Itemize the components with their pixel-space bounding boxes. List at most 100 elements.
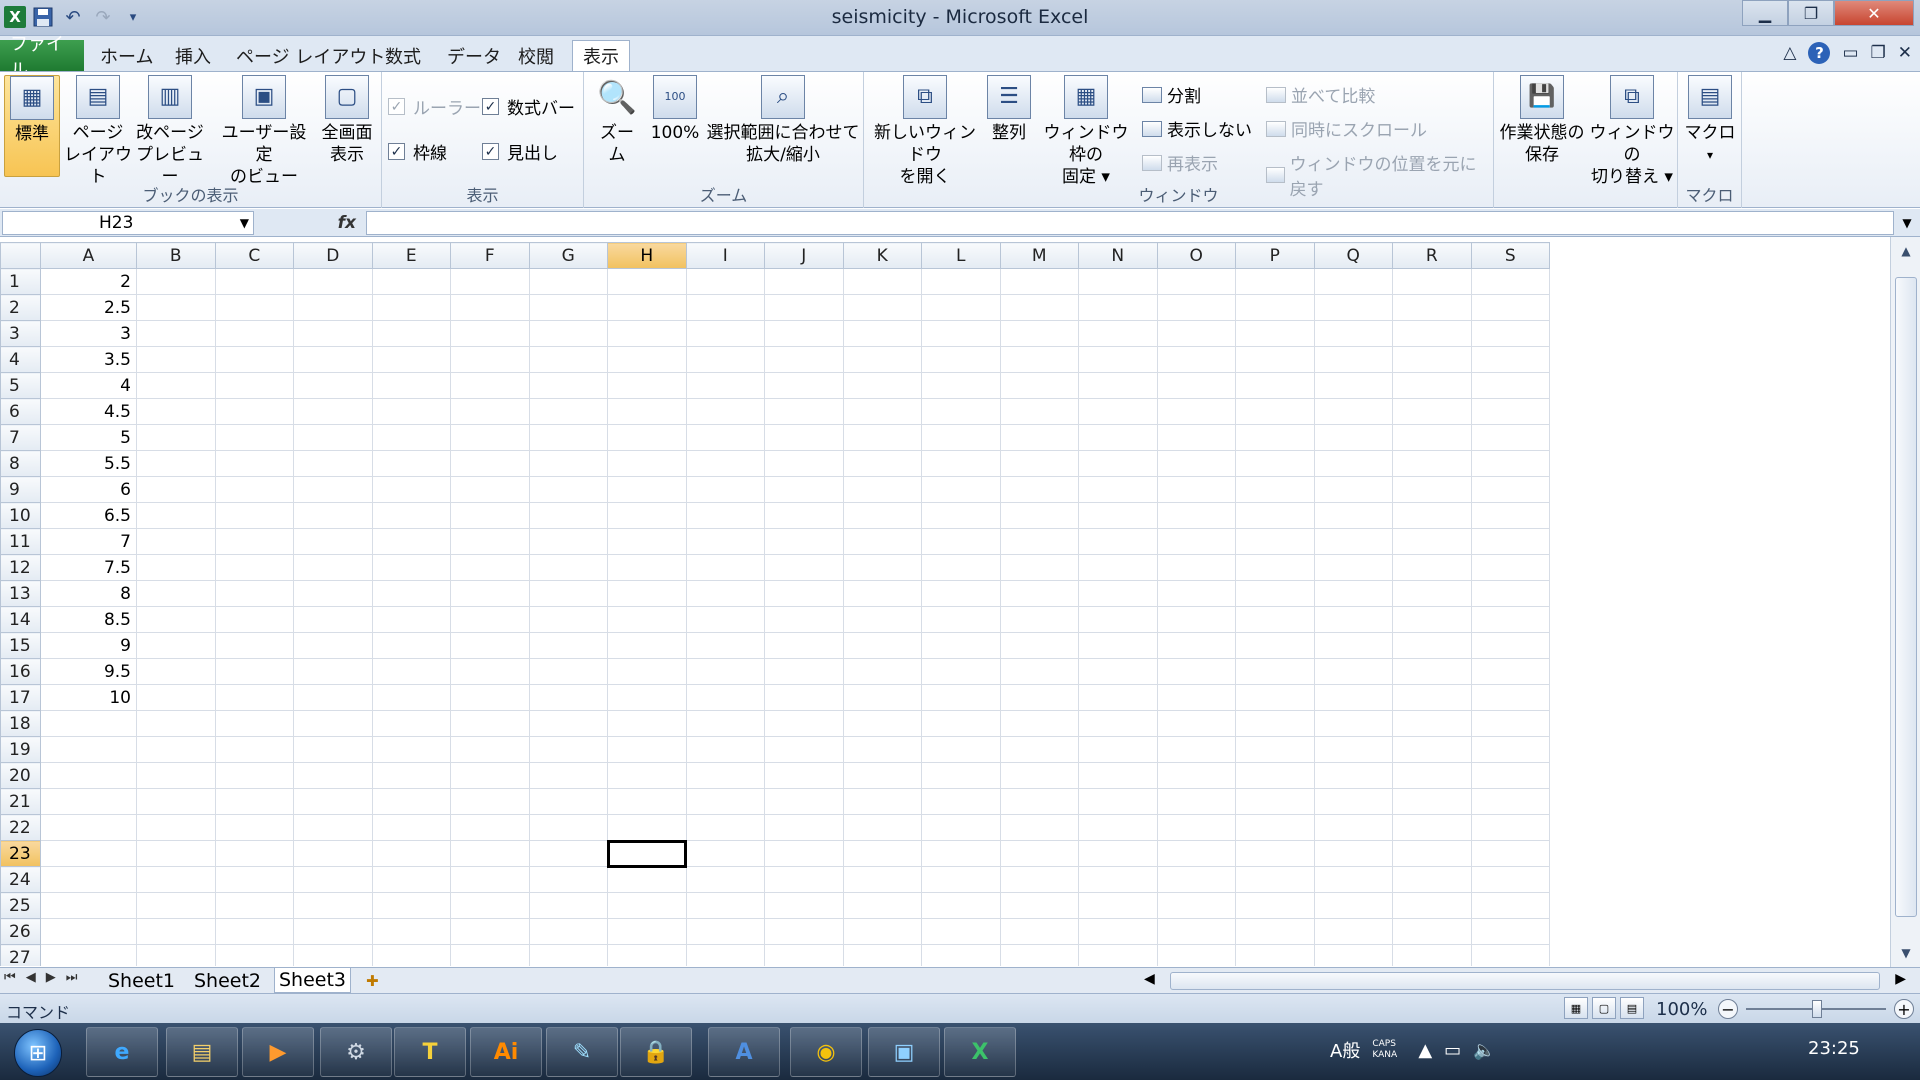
cell-r20[interactable] [1392, 762, 1472, 789]
cell-e20[interactable] [371, 762, 451, 789]
cell-g5[interactable] [528, 372, 608, 399]
cell-q15[interactable] [1313, 632, 1393, 659]
last-sheet-icon[interactable]: ⏭ [66, 970, 78, 985]
cell-r8[interactable] [1392, 450, 1472, 477]
cell-f17[interactable] [450, 684, 530, 711]
cell-i6[interactable] [685, 398, 765, 425]
cell-s9[interactable] [1470, 476, 1550, 503]
insert-function-icon[interactable]: fx [262, 211, 362, 235]
cell-f24[interactable] [450, 866, 530, 893]
cell-o23[interactable] [1156, 840, 1236, 867]
cell-r7[interactable] [1392, 424, 1472, 451]
row-header-18[interactable]: 18 [0, 710, 41, 737]
cell-d10[interactable] [293, 502, 373, 529]
cell-r3[interactable] [1392, 320, 1472, 347]
cell-f11[interactable] [450, 528, 530, 555]
cell-k3[interactable] [842, 320, 922, 347]
start-button[interactable]: ⊞ [14, 1029, 62, 1077]
column-header-r[interactable]: R [1392, 242, 1472, 269]
cell-b14[interactable] [136, 606, 216, 633]
cell-e19[interactable] [371, 736, 451, 763]
zoom-100-button[interactable]: 100 100% [646, 75, 704, 144]
cell-h11[interactable] [607, 528, 687, 555]
cell-i17[interactable] [685, 684, 765, 711]
tab-page-layout[interactable]: ページ レイアウト [226, 40, 395, 71]
row-header-19[interactable]: 19 [0, 736, 41, 763]
cell-s18[interactable] [1470, 710, 1550, 737]
cell-i12[interactable] [685, 554, 765, 581]
cell-c15[interactable] [214, 632, 294, 659]
cell-d12[interactable] [293, 554, 373, 581]
tab-formulas[interactable]: 数式 [375, 40, 431, 71]
cell-a3[interactable]: 3 [40, 320, 137, 347]
taskbar-word-app-icon[interactable]: A [708, 1027, 780, 1077]
taskbar-media-player-icon[interactable]: ▶ [242, 1027, 314, 1077]
cell-k9[interactable] [842, 476, 922, 503]
cell-e1[interactable] [371, 268, 451, 295]
cell-d20[interactable] [293, 762, 373, 789]
cell-l1[interactable] [921, 268, 1001, 295]
taskbar-internet-explorer-icon[interactable]: e [86, 1027, 158, 1077]
cell-o3[interactable] [1156, 320, 1236, 347]
row-header-1[interactable]: 1 [0, 268, 41, 295]
cell-f15[interactable] [450, 632, 530, 659]
cell-h5[interactable] [607, 372, 687, 399]
row-header-22[interactable]: 22 [0, 814, 41, 841]
cell-d16[interactable] [293, 658, 373, 685]
cell-a16[interactable]: 9.5 [40, 658, 137, 685]
cell-c22[interactable] [214, 814, 294, 841]
cell-n1[interactable] [1078, 268, 1158, 295]
volume-icon[interactable]: 🔈 [1473, 1040, 1495, 1061]
cell-k26[interactable] [842, 918, 922, 945]
first-sheet-icon[interactable]: ⏮ [4, 970, 16, 985]
switch-windows-button[interactable]: ⧉ ウィンドウの 切り替え ▾ [1588, 75, 1676, 188]
cell-q17[interactable] [1313, 684, 1393, 711]
cell-b15[interactable] [136, 632, 216, 659]
zoom-in-button[interactable]: + [1894, 999, 1914, 1019]
cell-q16[interactable] [1313, 658, 1393, 685]
cell-l4[interactable] [921, 346, 1001, 373]
cell-h14[interactable] [607, 606, 687, 633]
cell-o8[interactable] [1156, 450, 1236, 477]
row-header-15[interactable]: 15 [0, 632, 41, 659]
cell-e14[interactable] [371, 606, 451, 633]
vertical-scroll-thumb[interactable] [1895, 277, 1917, 917]
save-workspace-button[interactable]: 💾 作業状態の 保存 [1496, 75, 1588, 166]
cell-j19[interactable] [764, 736, 844, 763]
tab-home[interactable]: ホーム [90, 40, 163, 71]
page-break-preview-button[interactable]: ▥ 改ページ プレビュー [134, 75, 206, 188]
cell-k16[interactable] [842, 658, 922, 685]
cell-d18[interactable] [293, 710, 373, 737]
cell-e10[interactable] [371, 502, 451, 529]
cell-l11[interactable] [921, 528, 1001, 555]
cell-c17[interactable] [214, 684, 294, 711]
cell-a26[interactable] [40, 918, 137, 945]
cell-g10[interactable] [528, 502, 608, 529]
cell-f14[interactable] [450, 606, 530, 633]
cell-r26[interactable] [1392, 918, 1472, 945]
cell-k12[interactable] [842, 554, 922, 581]
cell-a22[interactable] [40, 814, 137, 841]
cell-s6[interactable] [1470, 398, 1550, 425]
column-header-f[interactable]: F [450, 242, 530, 269]
cell-f25[interactable] [450, 892, 530, 919]
cell-d8[interactable] [293, 450, 373, 477]
cell-r19[interactable] [1392, 736, 1472, 763]
cell-i13[interactable] [685, 580, 765, 607]
cell-r27[interactable] [1392, 944, 1472, 966]
cell-n27[interactable] [1078, 944, 1158, 966]
cell-f3[interactable] [450, 320, 530, 347]
cell-j9[interactable] [764, 476, 844, 503]
cell-r10[interactable] [1392, 502, 1472, 529]
cell-i10[interactable] [685, 502, 765, 529]
cell-m26[interactable] [999, 918, 1079, 945]
cell-d25[interactable] [293, 892, 373, 919]
cell-m7[interactable] [999, 424, 1079, 451]
cell-h24[interactable] [607, 866, 687, 893]
column-header-c[interactable]: C [214, 242, 294, 269]
column-header-o[interactable]: O [1156, 242, 1236, 269]
sheet-tab-sheet2[interactable]: Sheet2 [190, 968, 265, 993]
cell-r22[interactable] [1392, 814, 1472, 841]
cell-c21[interactable] [214, 788, 294, 815]
page-layout-shortcut-icon[interactable]: ▢ [1592, 997, 1616, 1019]
